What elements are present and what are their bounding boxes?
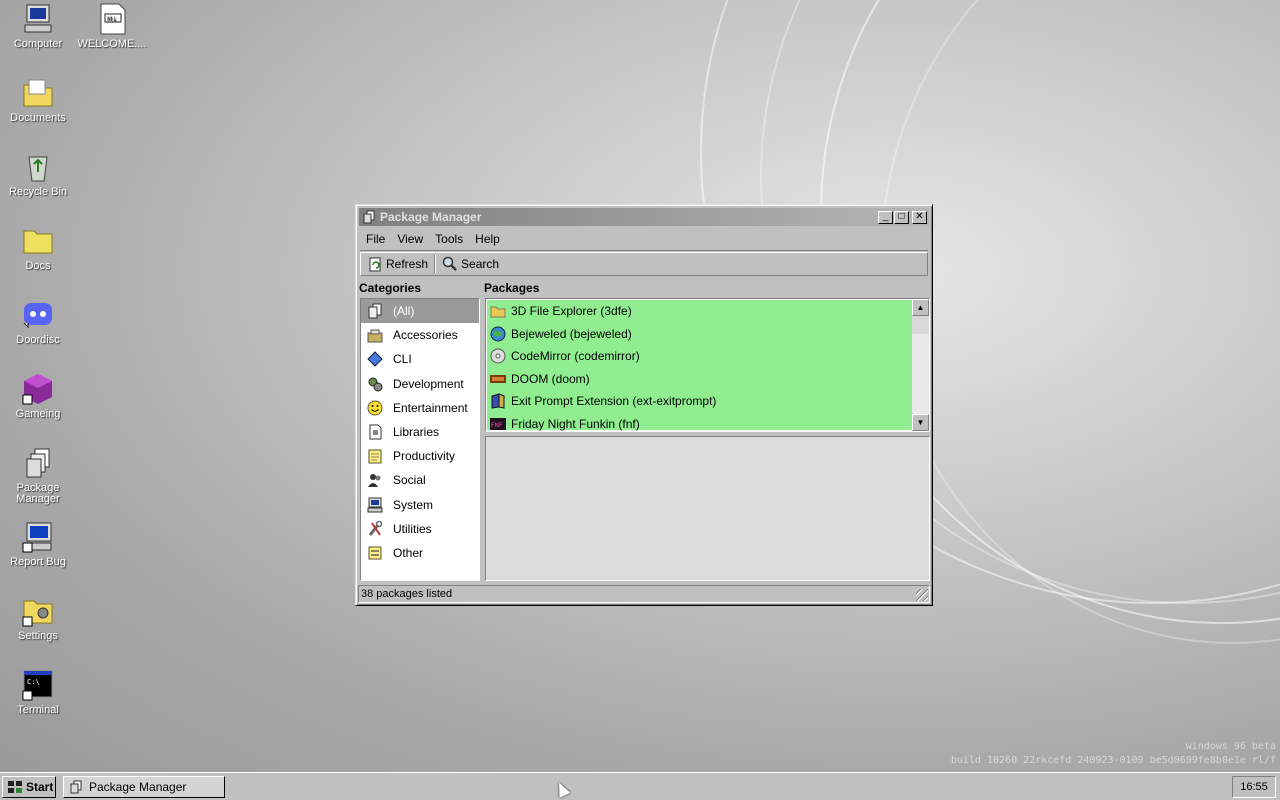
category-system[interactable]: System bbox=[361, 493, 479, 517]
book-icon bbox=[490, 393, 506, 409]
system-tray-clock[interactable]: 16:55 bbox=[1232, 776, 1276, 798]
category-utilities[interactable]: Utilities bbox=[361, 517, 479, 541]
maximize-button[interactable]: □ bbox=[894, 210, 909, 224]
category-accessories[interactable]: Accessories bbox=[361, 323, 479, 347]
categories-heading: Categories bbox=[359, 281, 422, 295]
desktop-icon-computer[interactable]: Computer bbox=[0, 2, 76, 50]
cli-diamond-icon bbox=[367, 351, 383, 368]
start-logo-icon bbox=[7, 780, 23, 794]
category-libraries[interactable]: Libraries bbox=[361, 420, 479, 444]
toolbar: Refresh Search bbox=[360, 252, 928, 276]
settings-folder-icon bbox=[21, 594, 55, 628]
close-button[interactable]: ✕ bbox=[912, 210, 927, 224]
utilities-tools-icon bbox=[367, 520, 383, 537]
minimize-button[interactable]: _ bbox=[878, 210, 893, 224]
menu-file[interactable]: File bbox=[360, 232, 391, 246]
package-3dfe[interactable]: 3D File Explorer (3dfe) bbox=[487, 300, 912, 323]
fnf-icon: FNF bbox=[490, 416, 506, 432]
all-icon bbox=[367, 303, 383, 319]
package-manager-icon bbox=[21, 446, 55, 480]
desktop-icon-doordisc[interactable]: Doordisc bbox=[0, 298, 76, 346]
desktop-icon-settings[interactable]: Settings bbox=[0, 594, 76, 642]
taskbar-item-package-manager[interactable]: Package Manager bbox=[63, 776, 225, 798]
scroll-thumb[interactable] bbox=[912, 316, 929, 334]
status-bar: 38 packages listed bbox=[358, 585, 930, 603]
libraries-icon bbox=[367, 424, 383, 440]
category-other[interactable]: Other bbox=[361, 541, 479, 565]
computer-icon bbox=[21, 2, 55, 36]
packages-scrollbar[interactable]: ▲ ▼ bbox=[912, 299, 929, 431]
status-text: 38 packages listed bbox=[361, 588, 453, 600]
search-icon bbox=[442, 256, 458, 272]
packages-heading: Packages bbox=[484, 281, 540, 295]
desktop-icon-docs[interactable]: Docs bbox=[0, 224, 76, 272]
category-cli[interactable]: CLI bbox=[361, 347, 479, 371]
packages-list-items: 3D File Explorer (3dfe) Bejeweled (bejew… bbox=[487, 300, 912, 431]
start-button[interactable]: Start bbox=[2, 776, 56, 798]
accessories-icon bbox=[367, 327, 383, 343]
scroll-down-button[interactable]: ▼ bbox=[912, 414, 929, 431]
package-bejeweled[interactable]: Bejeweled (bejeweled) bbox=[487, 323, 912, 346]
package-details-pane bbox=[485, 436, 930, 581]
documents-folder-icon bbox=[21, 76, 55, 110]
desktop-icon-recycle-bin[interactable]: Recycle Bin bbox=[0, 150, 76, 198]
package-doom[interactable]: DOOM (doom) bbox=[487, 368, 912, 391]
globe-icon bbox=[490, 326, 506, 342]
social-people-icon bbox=[367, 472, 383, 488]
resize-grip[interactable] bbox=[916, 589, 928, 601]
packages-list[interactable]: 3D File Explorer (3dfe) Bejeweled (bejew… bbox=[485, 298, 930, 432]
package-fnf[interactable]: FNF Friday Night Funkin (fnf) bbox=[487, 413, 912, 436]
terminal-icon: C:\ bbox=[21, 668, 55, 702]
svg-text:FNF: FNF bbox=[491, 422, 503, 429]
svg-text:C:\: C:\ bbox=[27, 678, 40, 686]
smiley-icon bbox=[367, 400, 383, 416]
package-ext-exitprompt[interactable]: Exit Prompt Extension (ext-exitprompt) bbox=[487, 390, 912, 413]
category-social[interactable]: Social bbox=[361, 468, 479, 492]
build-watermark: windows 96 beta build 10260 22rkcefd 240… bbox=[950, 741, 1276, 766]
desktop-icon-terminal[interactable]: C:\ Terminal bbox=[0, 668, 76, 716]
scroll-up-button[interactable]: ▲ bbox=[912, 299, 929, 316]
title-bar[interactable]: Package Manager _ □ ✕ bbox=[359, 208, 929, 226]
disc-icon bbox=[490, 348, 506, 364]
window-title: Package Manager bbox=[380, 210, 482, 224]
categories-list[interactable]: (All) Accessories CLI Development Entert… bbox=[360, 298, 480, 581]
menu-help[interactable]: Help bbox=[469, 232, 506, 246]
package-codemirror[interactable]: CodeMirror (codemirror) bbox=[487, 345, 912, 368]
discord-icon bbox=[21, 298, 55, 332]
menu-view[interactable]: View bbox=[391, 232, 429, 246]
taskbar: Start Package Manager 16:55 bbox=[0, 772, 1280, 800]
category-entertainment[interactable]: Entertainment bbox=[361, 396, 479, 420]
development-gears-icon bbox=[367, 376, 383, 392]
markdown-file-icon: M↓ bbox=[95, 2, 129, 36]
folder-icon bbox=[21, 224, 55, 258]
refresh-icon bbox=[367, 256, 383, 272]
svg-text:M↓: M↓ bbox=[107, 16, 117, 23]
report-bug-icon bbox=[21, 520, 55, 554]
desktop-icon-welcome[interactable]: M↓ WELCOME.... bbox=[74, 2, 150, 50]
other-icon bbox=[367, 545, 383, 561]
menu-bar: File View Tools Help bbox=[360, 228, 928, 251]
menu-tools[interactable]: Tools bbox=[429, 232, 469, 246]
refresh-button[interactable]: Refresh bbox=[361, 254, 434, 274]
desktop-icon-package-manager[interactable]: Package Manager bbox=[0, 446, 76, 505]
recycle-bin-icon bbox=[21, 150, 55, 184]
desktop-icon-documents[interactable]: Documents bbox=[0, 76, 76, 124]
category-productivity[interactable]: Productivity bbox=[361, 444, 479, 468]
desktop-icon-gameing[interactable]: Gameing bbox=[0, 372, 76, 420]
game-cube-icon bbox=[21, 372, 55, 406]
folder-icon bbox=[490, 303, 506, 319]
package-manager-icon bbox=[362, 210, 376, 224]
search-button[interactable]: Search bbox=[436, 254, 505, 274]
category-all[interactable]: (All) bbox=[361, 299, 479, 324]
system-computer-icon bbox=[367, 497, 383, 513]
doom-icon bbox=[490, 371, 506, 387]
package-manager-window[interactable]: Package Manager _ □ ✕ File View Tools He… bbox=[355, 204, 933, 606]
package-manager-icon bbox=[69, 780, 83, 794]
desktop-icon-report-bug[interactable]: Report Bug bbox=[0, 520, 76, 568]
category-development[interactable]: Development bbox=[361, 372, 479, 396]
productivity-notepad-icon bbox=[367, 448, 383, 464]
